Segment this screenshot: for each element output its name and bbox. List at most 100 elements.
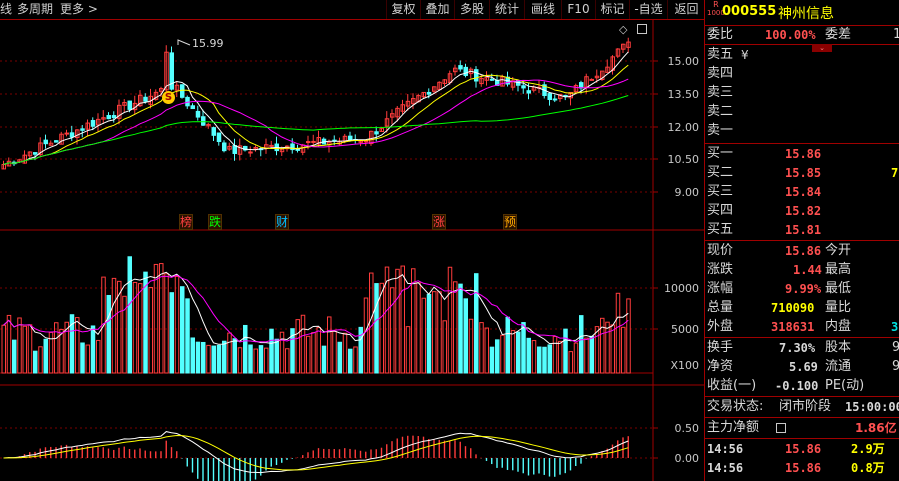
- top-toolbar: 线 多周期 更多 > 复权 叠加 多股 统计 画线 F10 标记 -自选 返回: [0, 0, 705, 20]
- price-tick: 12.00: [667, 121, 700, 134]
- buy5-label[interactable]: 买五: [707, 221, 733, 239]
- detail-list-icon[interactable]: [776, 423, 786, 433]
- volume-bar: [594, 326, 600, 374]
- back-button[interactable]: 返回: [667, 0, 705, 19]
- volume-bar: [43, 338, 48, 374]
- candle-body: [106, 115, 111, 120]
- macd-dea-line: [3, 434, 629, 471]
- trade-status-value: 闭市阶段: [779, 399, 832, 414]
- volume-bar: [610, 324, 615, 374]
- macd-dif-line: [3, 431, 629, 474]
- toolbar-cut-label[interactable]: 线: [0, 0, 12, 19]
- volume-bar: [605, 321, 610, 374]
- candle-body: [463, 66, 468, 76]
- volume-bar: [6, 314, 12, 374]
- sell3-label[interactable]: 卖三: [707, 84, 733, 102]
- volume-bar: [185, 298, 190, 374]
- candle-body: [374, 131, 379, 135]
- volume-bar: [169, 292, 174, 374]
- volume-bar: [563, 328, 568, 374]
- volume-bar: [390, 287, 395, 374]
- remove-watchlist-button[interactable]: -自选: [629, 0, 667, 19]
- volume-bar: [479, 322, 484, 374]
- collapse-chevron-icon[interactable]: ⌄: [812, 44, 832, 52]
- candle-body: [54, 140, 59, 143]
- divider: [705, 417, 899, 418]
- volume-bar: [17, 317, 22, 374]
- volume-ma-line: [3, 274, 629, 343]
- multi-stock-button[interactable]: 多股: [454, 0, 489, 19]
- fund-label: PE(动): [825, 378, 865, 393]
- event-marker-die[interactable]: 跌: [208, 214, 223, 230]
- stock-code: 000555: [722, 4, 777, 19]
- ma-line-5: [3, 51, 629, 165]
- volume-bar: [80, 342, 85, 374]
- volume-bar: [505, 316, 510, 374]
- quote-label: 涨跌: [707, 262, 734, 277]
- high-price-label: 15.99: [192, 37, 224, 50]
- volume-bar: [1, 324, 6, 374]
- volume-bar: [500, 334, 505, 374]
- more-button[interactable]: 更多 >: [60, 0, 98, 19]
- fund-label: 股本: [825, 340, 852, 355]
- volume-bar: [342, 332, 348, 374]
- divider: [705, 396, 899, 397]
- stock-header: R 1000 000555 神州信息: [705, 0, 899, 25]
- volume-bar: [321, 345, 327, 374]
- volume-bar: [468, 318, 474, 374]
- volume-bar: [363, 297, 369, 374]
- volume-bar: [27, 324, 33, 374]
- sell5-label[interactable]: 卖五: [707, 46, 733, 64]
- buy4-price: 15.82: [785, 204, 822, 218]
- buy3-label[interactable]: 买三: [707, 183, 733, 201]
- chevron-right-icon: >: [87, 2, 98, 16]
- candle-body: [190, 105, 195, 110]
- volume-bar: [12, 339, 17, 374]
- sell-signal-marker[interactable]: S: [162, 91, 175, 104]
- volume-bar: [558, 340, 563, 374]
- weicha-value: 1: [893, 27, 899, 42]
- draw-line-button[interactable]: 画线: [524, 0, 561, 19]
- sell2-label[interactable]: 卖二: [707, 103, 733, 121]
- main-net-value: 1.86亿: [855, 421, 897, 435]
- volume-bar: [621, 326, 626, 374]
- event-marker-cai[interactable]: 财: [275, 214, 290, 230]
- fund-value: 7.30%: [779, 341, 816, 355]
- kline-chart[interactable]: [0, 20, 705, 481]
- weibi-value: 100.00%: [765, 28, 816, 42]
- volume-bar: [96, 339, 101, 374]
- mark-button[interactable]: 标记: [595, 0, 629, 19]
- quote-label: 今开: [825, 243, 852, 258]
- volume-bar: [495, 339, 500, 374]
- sell4-label[interactable]: 卖四: [707, 65, 733, 83]
- event-marker-zhang[interactable]: 涨: [432, 214, 447, 230]
- volume-bar: [300, 314, 306, 374]
- event-marker-bang[interactable]: 榜: [179, 214, 194, 230]
- overlay-button[interactable]: 叠加: [420, 0, 454, 19]
- chart-window-icon[interactable]: [637, 24, 647, 34]
- multi-period-button[interactable]: 多周期: [17, 0, 53, 19]
- price-tick: 10.50: [667, 153, 700, 166]
- volume-bar: [38, 346, 43, 374]
- more-label: 更多: [60, 2, 85, 16]
- fuquan-button[interactable]: 复权: [386, 0, 420, 19]
- fund-value: -0.100: [775, 379, 819, 393]
- fund-label: 流通: [825, 359, 852, 374]
- volume-bar: [306, 335, 311, 374]
- chart-settings-icon[interactable]: ◇: [619, 23, 627, 36]
- f10-button[interactable]: F10: [561, 0, 595, 19]
- volume-bar: [510, 330, 516, 374]
- buy4-label[interactable]: 买四: [707, 202, 733, 220]
- quote-label: 涨幅: [707, 281, 734, 296]
- volume-bar: [295, 319, 300, 374]
- event-marker-yu[interactable]: 预: [503, 214, 518, 230]
- volume-bar: [453, 281, 458, 374]
- sell1-label[interactable]: 卖一: [707, 122, 733, 140]
- statistics-button[interactable]: 统计: [489, 0, 524, 19]
- quote-label: 内盘: [825, 319, 852, 334]
- volume-bar: [285, 348, 290, 374]
- volume-bar: [463, 298, 468, 374]
- quote-label: 现价: [707, 243, 734, 258]
- buy2-label[interactable]: 买二: [707, 164, 733, 182]
- buy1-label[interactable]: 买一: [707, 145, 733, 163]
